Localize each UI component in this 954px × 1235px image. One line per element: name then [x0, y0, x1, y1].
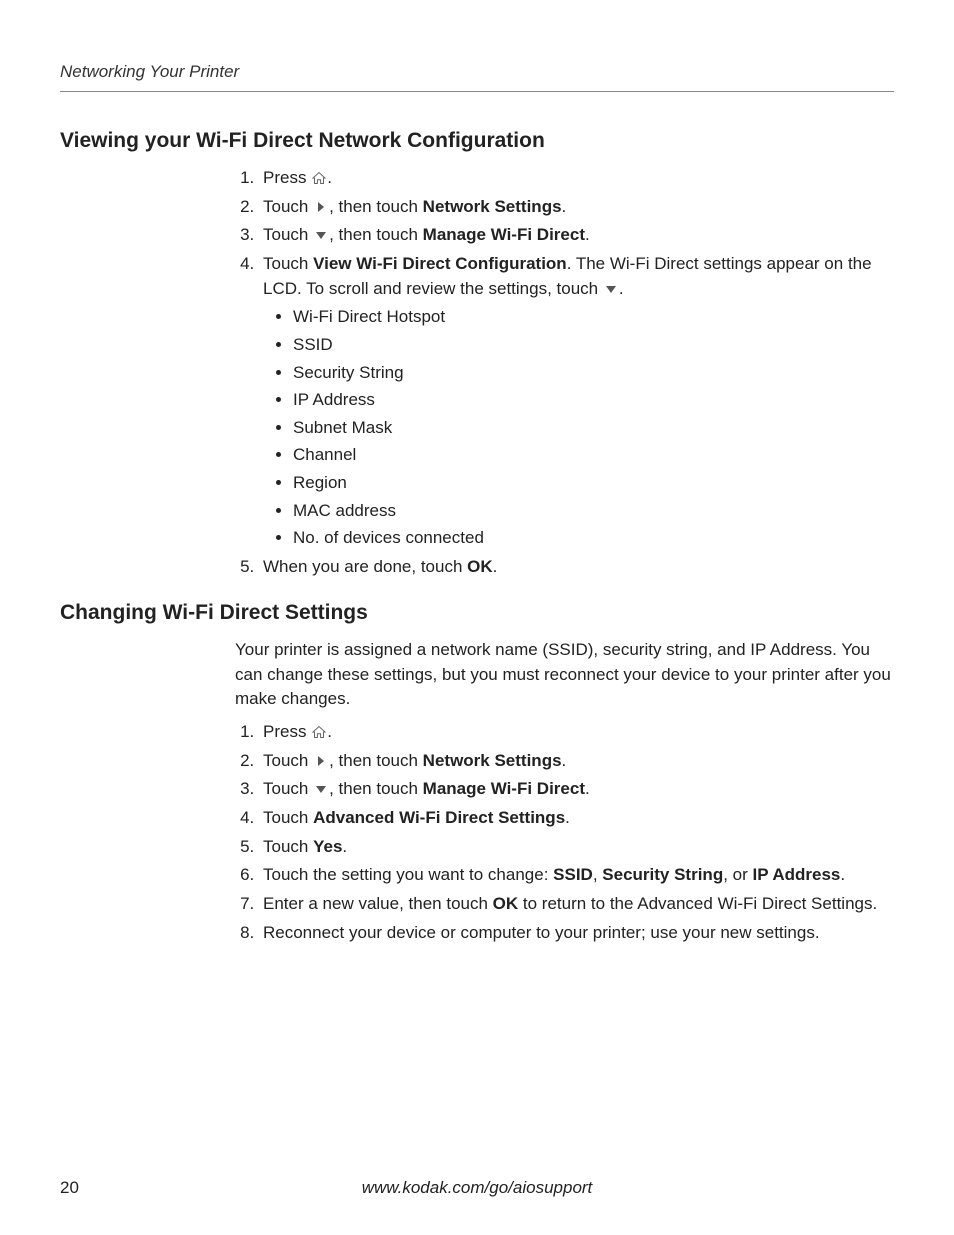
bold-text: Network Settings [423, 197, 562, 216]
step-2: Touch , then touch Network Settings. [259, 195, 894, 220]
text: . [619, 279, 624, 298]
list-item: Security String [293, 361, 894, 386]
bold-text: OK [493, 894, 519, 913]
step-8: Reconnect your device or computer to you… [259, 921, 894, 946]
section2-steps: Press . Touch , then touch Network Setti… [235, 720, 894, 945]
step-3: Touch , then touch Manage Wi-Fi Direct. [259, 777, 894, 802]
right-arrow-icon [313, 197, 329, 211]
down-arrow-icon [313, 779, 329, 793]
step-3: Touch , then touch Manage Wi-Fi Direct. [259, 223, 894, 248]
text: Enter a new value, then touch [263, 894, 493, 913]
text: . [493, 557, 498, 576]
text: Touch [263, 779, 313, 798]
bold-text: Manage Wi-Fi Direct [423, 779, 585, 798]
section1-steps: Press . Touch , then touch Network Setti… [235, 166, 894, 580]
bold-text: SSID [553, 865, 593, 884]
text: Touch [263, 254, 313, 273]
step-2: Touch , then touch Network Settings. [259, 749, 894, 774]
right-arrow-icon [313, 751, 329, 765]
section1-body: Press . Touch , then touch Network Setti… [235, 166, 894, 580]
text: . [327, 722, 332, 741]
bold-text: Manage Wi-Fi Direct [423, 225, 585, 244]
running-head: Networking Your Printer [60, 60, 894, 92]
text: Touch [263, 225, 313, 244]
text: , or [723, 865, 752, 884]
bold-text: IP Address [753, 865, 841, 884]
list-item: IP Address [293, 388, 894, 413]
text: Touch [263, 751, 313, 770]
intro-paragraph: Your printer is assigned a network name … [235, 638, 894, 712]
text: . [840, 865, 845, 884]
step-4: Touch Advanced Wi-Fi Direct Settings. [259, 806, 894, 831]
list-item: No. of devices connected [293, 526, 894, 551]
text: . [562, 197, 567, 216]
list-item: Subnet Mask [293, 416, 894, 441]
text: Touch [263, 197, 313, 216]
text: Touch [263, 837, 313, 856]
bold-text: Yes [313, 837, 342, 856]
bold-text: OK [467, 557, 493, 576]
text: Touch the setting you want to change: [263, 865, 553, 884]
step-6: Touch the setting you want to change: SS… [259, 863, 894, 888]
page-footer: 20 www.kodak.com/go/aiosupport [60, 1176, 894, 1201]
list-item: SSID [293, 333, 894, 358]
text: . [585, 225, 590, 244]
text: to return to the Advanced Wi-Fi Direct S… [518, 894, 877, 913]
text: , then touch [329, 197, 423, 216]
list-item: Channel [293, 443, 894, 468]
home-icon [311, 168, 327, 182]
step-1: Press . [259, 166, 894, 191]
section-heading-viewing: Viewing your Wi-Fi Direct Network Config… [60, 126, 894, 156]
step-5: Touch Yes. [259, 835, 894, 860]
text: . [562, 751, 567, 770]
text: . [585, 779, 590, 798]
step-1: Press . [259, 720, 894, 745]
bold-text: Security String [602, 865, 723, 884]
text: . [565, 808, 570, 827]
list-item: Region [293, 471, 894, 496]
footer-url: www.kodak.com/go/aiosupport [362, 1178, 593, 1197]
step-4: Touch View Wi-Fi Direct Configuration. T… [259, 252, 894, 551]
bold-text: Advanced Wi-Fi Direct Settings [313, 808, 565, 827]
home-icon [311, 722, 327, 736]
settings-list: Wi-Fi Direct Hotspot SSID Security Strin… [263, 305, 894, 551]
text: Press [263, 722, 311, 741]
list-item: MAC address [293, 499, 894, 524]
down-arrow-icon [603, 279, 619, 293]
down-arrow-icon [313, 225, 329, 239]
text: . [342, 837, 347, 856]
step-5: When you are done, touch OK. [259, 555, 894, 580]
text: , then touch [329, 225, 423, 244]
section2-body: Your printer is assigned a network name … [235, 638, 894, 945]
text: When you are done, touch [263, 557, 467, 576]
page-number: 20 [60, 1176, 79, 1201]
list-item: Wi-Fi Direct Hotspot [293, 305, 894, 330]
text: , then touch [329, 779, 423, 798]
manual-page: Networking Your Printer Viewing your Wi-… [0, 0, 954, 1235]
bold-text: Network Settings [423, 751, 562, 770]
text: Touch [263, 808, 313, 827]
text: , [593, 865, 602, 884]
bold-text: View Wi-Fi Direct Configuration [313, 254, 567, 273]
text: Reconnect your device or computer to you… [263, 923, 820, 942]
section-heading-changing: Changing Wi-Fi Direct Settings [60, 598, 894, 628]
text: , then touch [329, 751, 423, 770]
step-7: Enter a new value, then touch OK to retu… [259, 892, 894, 917]
text: Press [263, 168, 311, 187]
text: . [327, 168, 332, 187]
